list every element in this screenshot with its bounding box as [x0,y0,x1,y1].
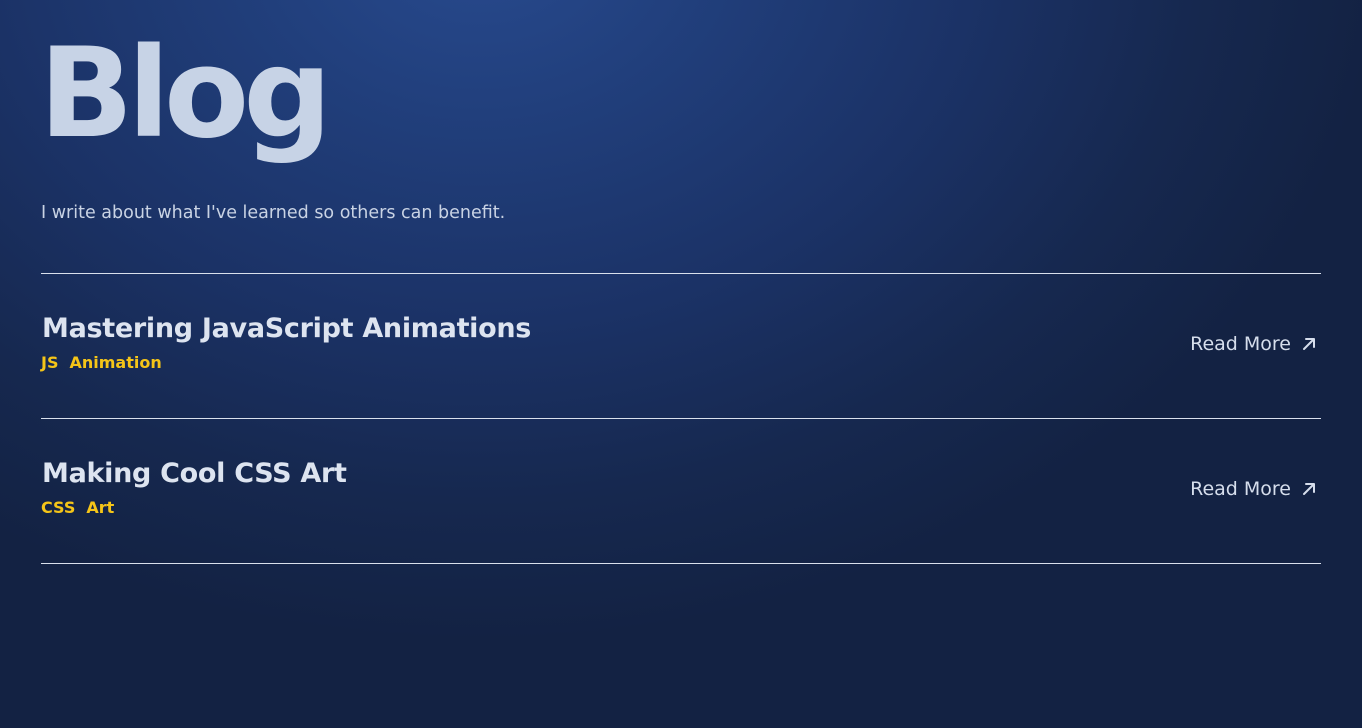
post-item: Making Cool CSS Art CSS Art Read More [41,418,1321,562]
arrow-up-right-icon [1303,338,1315,350]
divider [41,563,1321,564]
read-more-link[interactable]: Read More [1190,478,1317,500]
post-item: Mastering JavaScript Animations JS Anima… [41,273,1321,417]
read-more-label: Read More [1190,478,1291,500]
arrow-up-right-icon [1303,483,1315,495]
tag[interactable]: JS [41,353,58,372]
tag[interactable]: Animation [69,353,161,372]
post-tags: CSS Art [41,498,114,517]
tag[interactable]: CSS [41,498,75,517]
post-title[interactable]: Making Cool CSS Art [42,458,347,489]
read-more-label: Read More [1190,333,1291,355]
post-tags: JS Animation [41,353,162,372]
page-subtitle: I write about what I've learned so other… [41,203,506,223]
read-more-link[interactable]: Read More [1190,333,1317,355]
tag[interactable]: Art [86,498,114,517]
page-title: Blog [39,22,332,166]
post-title[interactable]: Mastering JavaScript Animations [42,313,531,344]
